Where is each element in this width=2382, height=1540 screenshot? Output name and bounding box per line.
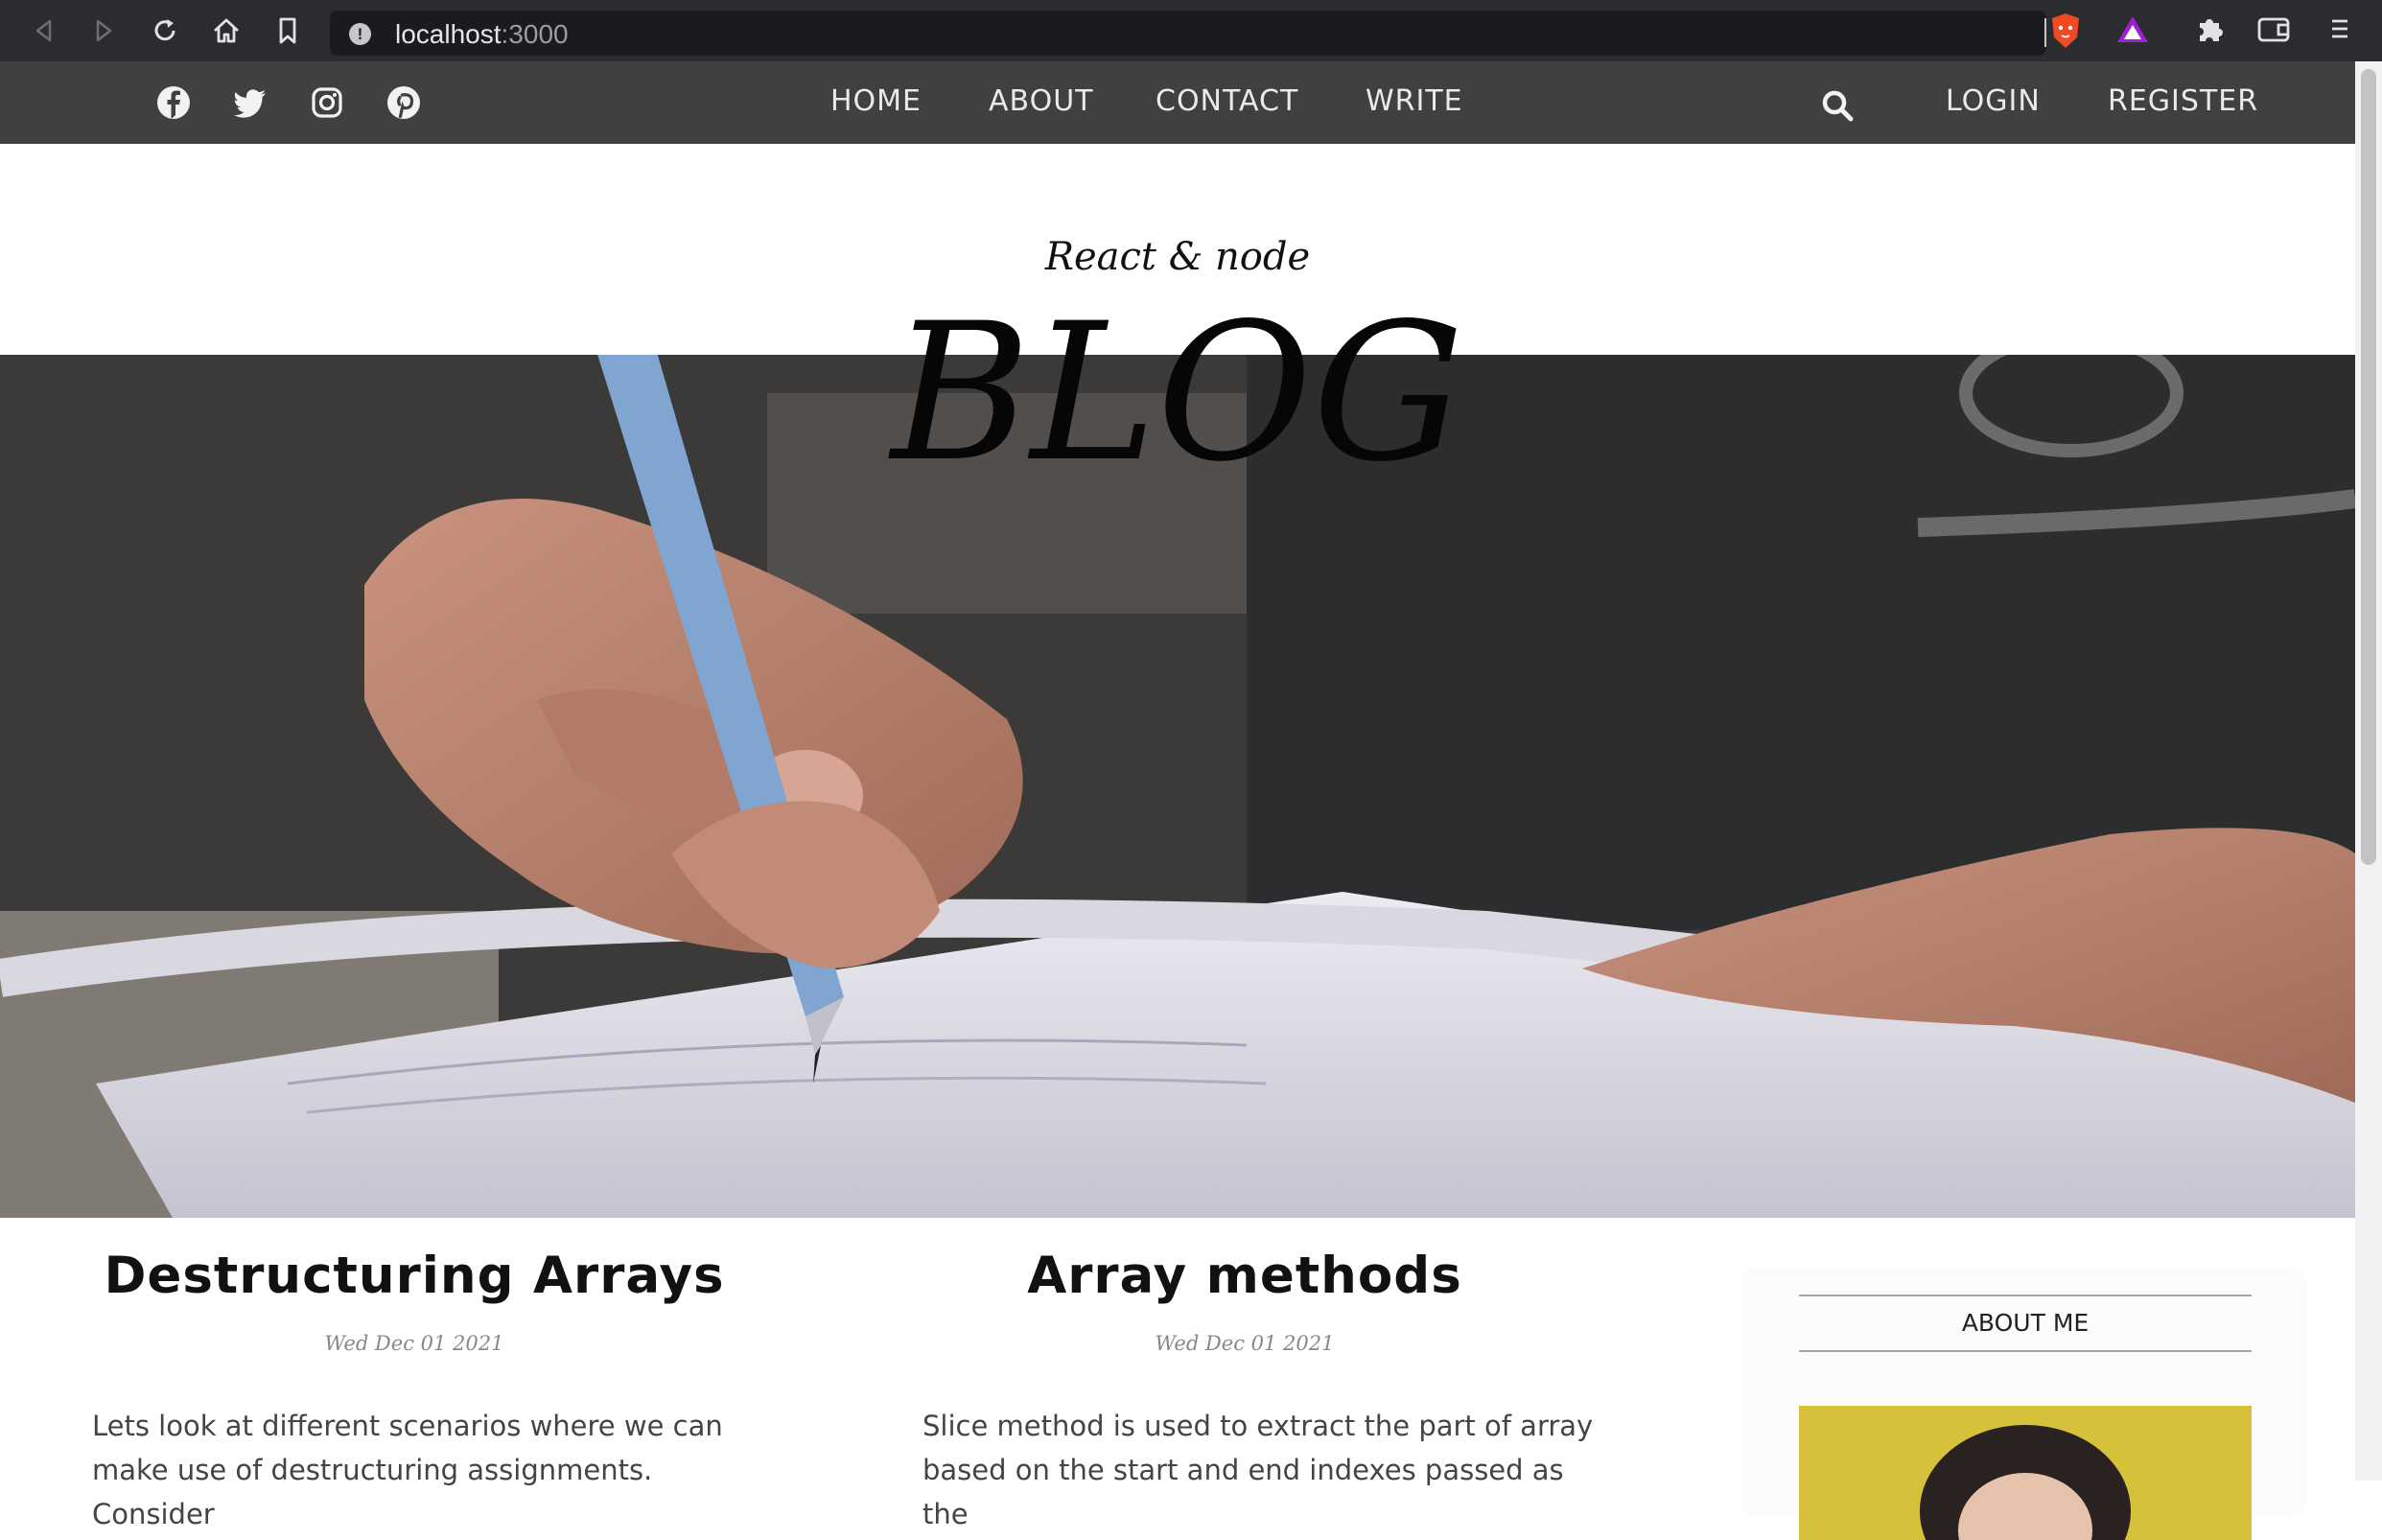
nav-write-link[interactable]: WRITE: [1366, 84, 1463, 118]
post-description: Lets look at different scenarios where w…: [92, 1410, 723, 1530]
search-icon[interactable]: [1820, 88, 1855, 123]
nav-about-link[interactable]: ABOUT: [989, 84, 1093, 118]
home-icon[interactable]: [209, 13, 244, 48]
portrait-illustration: [1799, 1406, 2252, 1540]
post-card[interactable]: Destructuring Arrays Wed Dec 01 2021: [88, 1247, 740, 1355]
url-port: :3000: [501, 19, 569, 49]
brave-shield-icon[interactable]: [2049, 12, 2082, 50]
post-card[interactable]: Array methods Wed Dec 01 2021: [919, 1247, 1571, 1355]
extensions-icon[interactable]: [2192, 12, 2227, 46]
header-title: BLOG: [891, 282, 1464, 503]
header-subtitle: React & node: [1044, 235, 1311, 279]
browser-toolbar: ! localhost:3000: [0, 0, 2382, 61]
bookmark-icon[interactable]: [270, 13, 305, 48]
address-bar[interactable]: ! localhost:3000: [330, 11, 2046, 56]
post-title[interactable]: Array methods: [919, 1247, 1571, 1305]
twitter-icon[interactable]: [232, 84, 269, 121]
site-info-icon[interactable]: !: [349, 23, 371, 45]
menu-icon[interactable]: [2323, 12, 2357, 46]
nav-contact-link[interactable]: CONTACT: [1156, 84, 1298, 118]
wallet-icon[interactable]: [2255, 12, 2292, 46]
post-date: Wed Dec 01 2021: [1155, 1332, 1335, 1355]
login-link[interactable]: LOGIN: [1946, 84, 2041, 118]
url-host: localhost: [395, 19, 502, 49]
sidebar: ABOUT ME: [1741, 1268, 2307, 1540]
post-date: Wed Dec 01 2021: [324, 1332, 504, 1355]
site-topbar: HOME ABOUT CONTACT WRITE LOGIN REGISTER: [0, 61, 2355, 144]
address-bar-divider: [2044, 18, 2046, 47]
reload-icon[interactable]: [148, 13, 182, 48]
about-me-image: [1799, 1406, 2252, 1540]
post-title[interactable]: Destructuring Arrays: [88, 1247, 740, 1305]
facebook-icon[interactable]: [155, 84, 192, 121]
pinterest-icon[interactable]: [385, 84, 422, 121]
forward-icon[interactable]: [86, 13, 121, 48]
sidebar-title: ABOUT ME: [1799, 1295, 2252, 1352]
post-description: Slice method is used to extract the part…: [922, 1410, 1594, 1530]
register-link[interactable]: REGISTER: [2108, 84, 2258, 118]
url-text: localhost:3000: [395, 19, 569, 50]
scrollbar-thumb[interactable]: [2361, 69, 2376, 865]
back-icon[interactable]: [27, 13, 61, 48]
instagram-icon[interactable]: [309, 84, 345, 121]
brave-rewards-icon[interactable]: [2114, 12, 2151, 48]
nav-home-link[interactable]: HOME: [830, 84, 922, 118]
